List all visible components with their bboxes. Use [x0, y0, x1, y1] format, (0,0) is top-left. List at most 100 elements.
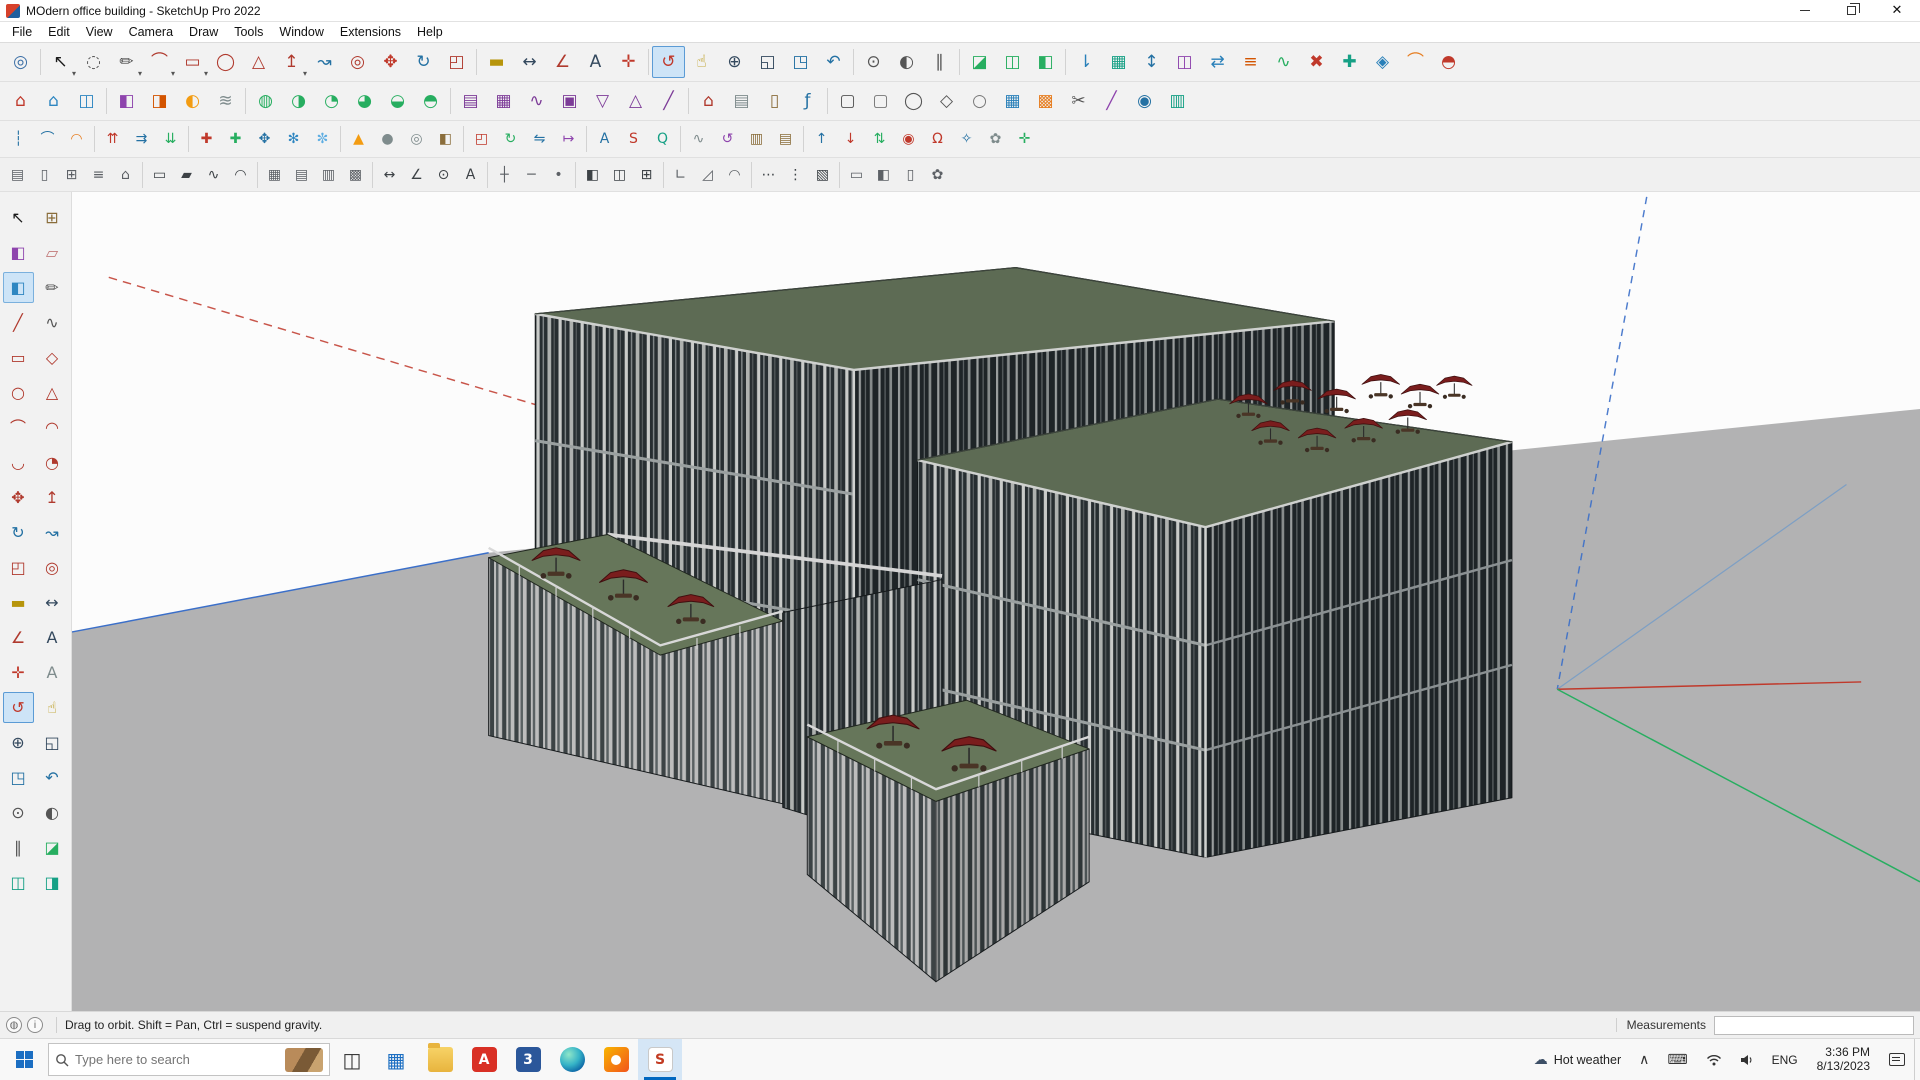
- line-tool[interactable]: ✏ ▾: [110, 46, 143, 78]
- language-indicator[interactable]: ENG: [1763, 1039, 1807, 1080]
- ext-scissors[interactable]: ✂: [1062, 85, 1095, 117]
- axis-grid[interactable]: ┼: [491, 161, 518, 188]
- widgets-app[interactable]: ▦: [374, 1039, 418, 1080]
- sandbox-stamp[interactable]: ▣: [553, 85, 586, 117]
- component-browser[interactable]: ◧: [2, 272, 34, 303]
- thaw-snowflake[interactable]: ✼: [308, 125, 337, 154]
- pipe-along-path[interactable]: ∿: [684, 125, 713, 154]
- orbit-tool[interactable]: ↺: [2, 692, 34, 723]
- menu-draw[interactable]: Draw: [181, 23, 226, 41]
- sandbox-from-scratch[interactable]: ▦: [487, 85, 520, 117]
- rotate-tool[interactable]: ↻: [407, 46, 440, 78]
- section-fill-toggle[interactable]: ◨: [37, 867, 68, 898]
- solid-intersect[interactable]: ◒: [381, 85, 414, 117]
- menu-view[interactable]: View: [78, 23, 121, 41]
- circle-tool[interactable]: ◯: [209, 46, 242, 78]
- walk-tool[interactable]: ∥: [923, 46, 956, 78]
- measurements-input[interactable]: [1714, 1015, 1914, 1035]
- intersect-faces[interactable]: ⊞: [633, 161, 660, 188]
- dimension-tool[interactable]: ↔: [513, 46, 546, 78]
- scale-tool[interactable]: ◰: [3, 552, 34, 583]
- solid-split[interactable]: ◓: [414, 85, 447, 117]
- primitive-tube[interactable]: ◎: [402, 125, 431, 154]
- protractor-tool[interactable]: ∠: [546, 46, 579, 78]
- instant-wall[interactable]: ▤: [725, 85, 758, 117]
- protractor-tool[interactable]: ∠: [3, 622, 34, 653]
- stretch-tool[interactable]: ↦: [554, 125, 583, 154]
- sketchup-app[interactable]: S: [638, 1039, 682, 1080]
- rotated-rectangle-tool[interactable]: ◇: [37, 342, 68, 373]
- volume-button[interactable]: [1731, 1039, 1763, 1080]
- close-button[interactable]: ✕: [1874, 0, 1920, 21]
- tape-measure-tool[interactable]: ▬: [480, 46, 513, 78]
- rectangle-tool[interactable]: ▭: [3, 342, 34, 373]
- zoom-window-tool[interactable]: ◱: [37, 727, 68, 758]
- solid-outer-shell[interactable]: ◍: [249, 85, 282, 117]
- export-2d[interactable]: ▭: [843, 161, 870, 188]
- panel-grid[interactable]: ▦: [261, 161, 288, 188]
- spiral-tool[interactable]: ↺: [713, 125, 742, 154]
- section-display-toggle[interactable]: ◫: [996, 46, 1029, 78]
- search-highlight-thumbnail[interactable]: [285, 1047, 323, 1072]
- look-around-tool[interactable]: ◐: [37, 797, 68, 828]
- start-button[interactable]: [0, 1039, 48, 1080]
- axes-tool[interactable]: ✛: [3, 657, 34, 688]
- grid-tool[interactable]: ▦: [996, 85, 1029, 117]
- swap-tool[interactable]: ⇅: [865, 125, 894, 154]
- previous-view-tool[interactable]: ↶: [817, 46, 850, 78]
- edge-app[interactable]: [550, 1039, 594, 1080]
- sandbox-add-detail[interactable]: △: [619, 85, 652, 117]
- zoom-tool[interactable]: ⊕: [718, 46, 751, 78]
- menu-tools[interactable]: Tools: [226, 23, 271, 41]
- menu-help[interactable]: Help: [409, 23, 451, 41]
- ext-knife[interactable]: ╱: [1095, 85, 1128, 117]
- shadows-toggle[interactable]: ◐: [176, 85, 209, 117]
- minimize-button[interactable]: [1782, 0, 1828, 21]
- reference-point[interactable]: •: [545, 161, 572, 188]
- freehand-tool[interactable]: ∿: [37, 307, 68, 338]
- scale-tool[interactable]: ◰: [440, 46, 473, 78]
- taskbar-search[interactable]: [48, 1043, 330, 1076]
- orbit-tool[interactable]: ↺: [652, 46, 685, 78]
- array-linear[interactable]: ⋯: [755, 161, 782, 188]
- ext-vertical-move[interactable]: ↕: [1135, 46, 1168, 78]
- geolocation-status-icon[interactable]: ◍: [6, 1017, 22, 1033]
- shape-polygon[interactable]: ◇: [930, 85, 963, 117]
- randomize-faces[interactable]: ▧: [809, 161, 836, 188]
- divide-face[interactable]: ◧: [579, 161, 606, 188]
- eraser-tool[interactable]: ▱: [37, 237, 68, 268]
- ext-purge[interactable]: ✖: [1300, 46, 1333, 78]
- previous-view-tool[interactable]: ↶: [37, 762, 68, 793]
- extrude-profile[interactable]: ▰: [173, 161, 200, 188]
- reference-plane[interactable]: ─: [518, 161, 545, 188]
- frame-profile[interactable]: ▭: [146, 161, 173, 188]
- edge-tools-weld[interactable]: ⌒: [33, 125, 62, 154]
- 3d-viewport[interactable]: [72, 192, 1920, 1011]
- jhs-powerbar[interactable]: ƒ: [791, 85, 824, 117]
- primitive-sphere[interactable]: ●: [373, 125, 402, 154]
- arch-stair[interactable]: ≡: [85, 161, 112, 188]
- section-plane-tool[interactable]: ◪: [963, 46, 996, 78]
- lasso-select-tool[interactable]: ◌: [77, 46, 110, 78]
- ext-cleanup[interactable]: ✚: [1333, 46, 1366, 78]
- axes-tool[interactable]: ✛: [612, 46, 645, 78]
- solid-trim[interactable]: ◕: [348, 85, 381, 117]
- two-point-arc-tool[interactable]: ◠: [37, 412, 68, 443]
- sandbox-smoove[interactable]: ∿: [520, 85, 553, 117]
- follow-me-tool[interactable]: ↝: [308, 46, 341, 78]
- ext-selection-toys[interactable]: ◈: [1366, 46, 1399, 78]
- ext-copy-array[interactable]: ⇄: [1201, 46, 1234, 78]
- offset-tool[interactable]: ◎: [341, 46, 374, 78]
- clock[interactable]: 3:36 PM 8/13/2023: [1807, 1039, 1880, 1080]
- label-tool[interactable]: A: [590, 125, 619, 154]
- action-center-button[interactable]: [1880, 1039, 1914, 1080]
- touch-keyboard-button[interactable]: ⌨: [1658, 1039, 1696, 1080]
- help-status-icon[interactable]: i: [27, 1017, 43, 1033]
- menu-file[interactable]: File: [4, 23, 40, 41]
- ext-letter-s[interactable]: S: [619, 125, 648, 154]
- edge-tools-divide[interactable]: ┆: [4, 125, 33, 154]
- split-solid[interactable]: ◫: [606, 161, 633, 188]
- pencil-edit[interactable]: ✏: [37, 272, 68, 303]
- menu-camera[interactable]: Camera: [121, 23, 181, 41]
- three-point-arc-tool[interactable]: ◡: [3, 447, 34, 478]
